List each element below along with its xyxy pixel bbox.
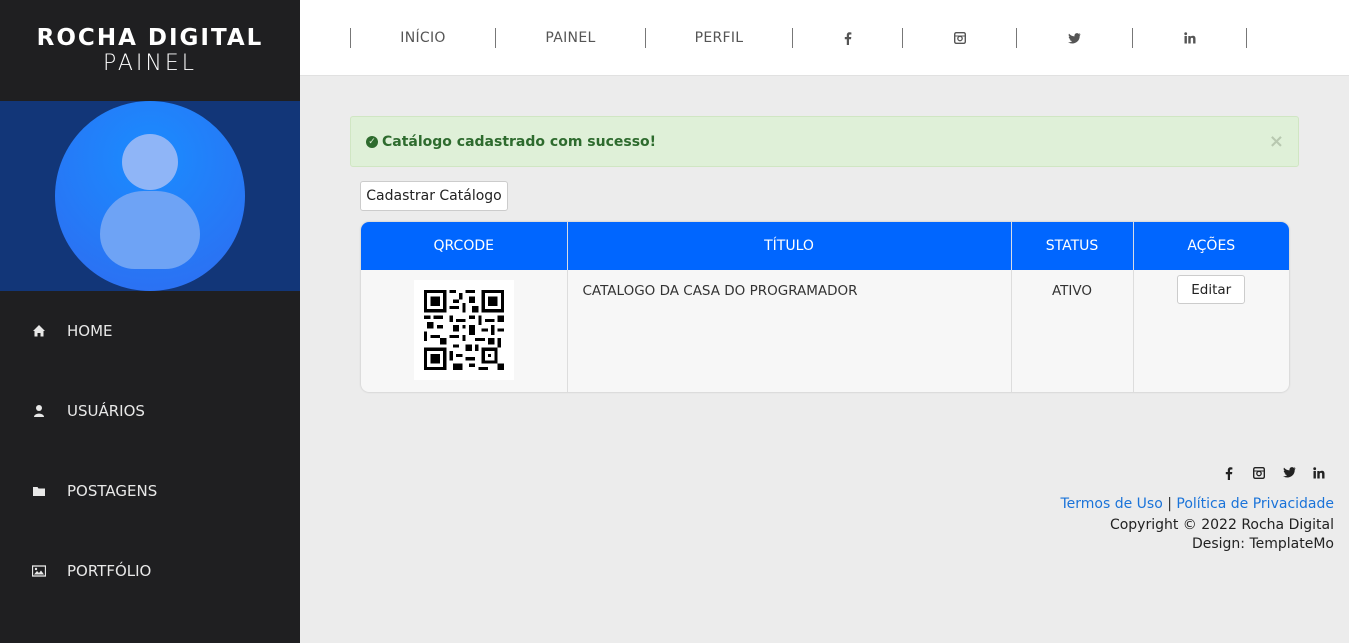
sidebar-item-postagens[interactable]: POSTAGENS xyxy=(0,451,300,531)
facebook-icon xyxy=(1225,467,1233,480)
footer-social xyxy=(1214,467,1334,480)
catalog-table: QRCODE TÍTULO STATUS AÇÕES CATALOGO DA C… xyxy=(361,222,1289,392)
linkedin-icon xyxy=(1183,32,1195,44)
top-nav: INÍCIO PAINEL PERFIL xyxy=(350,28,1247,48)
brand-title: ROCHA DIGITAL xyxy=(36,24,264,51)
folder-icon xyxy=(33,487,45,496)
sidebar-item-home[interactable]: HOME xyxy=(0,291,300,371)
facebook-icon xyxy=(844,31,851,45)
acoes-cell: Editar xyxy=(1133,270,1289,392)
column-header-qrcode: QRCODE xyxy=(361,222,568,270)
privacy-link[interactable]: Política de Privacidade xyxy=(1176,496,1334,512)
nav-painel[interactable]: PAINEL xyxy=(496,30,645,46)
avatar-body xyxy=(100,191,200,269)
footer-divider: | xyxy=(1167,496,1172,512)
sidebar-nav: HOME USUÁRIOS POSTAGENS PORTFÓLIO xyxy=(0,291,300,611)
sidebar-item-label: POSTAGENS xyxy=(67,482,158,500)
home-icon xyxy=(33,325,45,337)
terms-link[interactable]: Termos de Uso xyxy=(1060,496,1162,512)
footer-twitter[interactable] xyxy=(1274,467,1304,480)
instagram-icon xyxy=(953,32,966,44)
nav-twitter[interactable] xyxy=(1017,32,1132,44)
design-credit: Design: TemplateMo xyxy=(1191,536,1334,552)
brand: ROCHA DIGITAL PAINEL xyxy=(0,0,300,101)
footer-links: Termos de Uso | Política de Privacidade xyxy=(1060,496,1334,512)
sidebar-item-portfolio[interactable]: PORTFÓLIO xyxy=(0,531,300,611)
avatar xyxy=(55,101,245,291)
avatar-area xyxy=(0,101,300,291)
qrcode-image xyxy=(413,280,514,380)
image-icon xyxy=(32,565,46,577)
titulo-cell: CATALOGO DA CASA DO PROGRAMADOR xyxy=(567,270,1012,392)
column-header-acoes: AÇÕES xyxy=(1133,222,1289,270)
twitter-icon xyxy=(1282,467,1295,478)
editar-button[interactable]: Editar xyxy=(1177,275,1246,304)
nav-facebook[interactable] xyxy=(793,31,902,45)
nav-inicio[interactable]: INÍCIO xyxy=(351,30,495,46)
close-icon[interactable]: × xyxy=(1269,131,1284,152)
qrcode-cell xyxy=(361,270,568,392)
footer-facebook[interactable] xyxy=(1214,467,1244,480)
sidebar: ROCHA DIGITAL PAINEL HOME USUÁRIOS POSTA… xyxy=(0,0,300,643)
footer-copyright: Copyright © 2022 Rocha Digital Design: T… xyxy=(1110,516,1334,554)
brand-subtitle: PAINEL xyxy=(102,50,197,76)
footer-linkedin[interactable] xyxy=(1304,467,1334,480)
sidebar-item-label: HOME xyxy=(67,322,113,340)
sidebar-item-label: PORTFÓLIO xyxy=(67,562,152,580)
column-header-status: STATUS xyxy=(1011,222,1134,270)
nav-linkedin[interactable] xyxy=(1133,32,1246,44)
nav-separator xyxy=(1246,28,1247,48)
qrcode-icon xyxy=(423,290,504,370)
avatar-head xyxy=(122,134,178,190)
alert-message: Catálogo cadastrado com sucesso! xyxy=(382,133,657,150)
column-header-titulo: TÍTULO xyxy=(567,222,1012,270)
copyright-text: Copyright © 2022 Rocha Digital xyxy=(1109,517,1334,533)
twitter-icon xyxy=(1068,32,1081,43)
footer-instagram[interactable] xyxy=(1244,467,1274,480)
check-circle-icon: ✓ xyxy=(366,135,378,148)
nav-perfil[interactable]: PERFIL xyxy=(646,30,792,46)
table-header-row: QRCODE TÍTULO STATUS AÇÕES xyxy=(361,222,1289,270)
user-icon xyxy=(34,405,44,417)
status-cell: ATIVO xyxy=(1011,270,1134,392)
table-row: CATALOGO DA CASA DO PROGRAMADOR ATIVO Ed… xyxy=(361,270,1289,392)
linkedin-icon xyxy=(1313,467,1325,479)
sidebar-item-label: USUÁRIOS xyxy=(67,402,145,420)
cadastrar-catalogo-button[interactable]: Cadastrar Catálogo xyxy=(360,181,508,211)
sidebar-item-usuarios[interactable]: USUÁRIOS xyxy=(0,371,300,451)
top-bar: INÍCIO PAINEL PERFIL xyxy=(300,0,1349,76)
nav-instagram[interactable] xyxy=(903,32,1016,44)
instagram-icon xyxy=(1253,467,1265,479)
success-alert: ✓ Catálogo cadastrado com sucesso! × xyxy=(350,116,1299,167)
